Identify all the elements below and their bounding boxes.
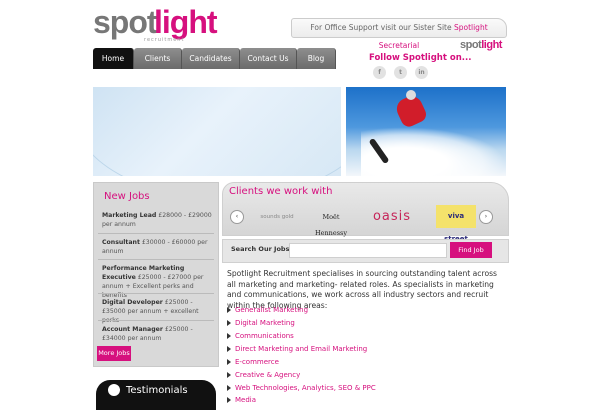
carousel-prev-arrow[interactable]: ‹ (230, 210, 244, 224)
job-item[interactable]: Marketing Lead £28000 - £29000 per annum (102, 211, 214, 229)
sector-link[interactable]: Creative & Agency (227, 371, 300, 379)
intro-text: Spotlight Recruitment specialises in sou… (227, 269, 498, 310)
sector-label: Digital Marketing (235, 319, 295, 327)
main-nav: Home Clients Candidates Contact Us Blog (93, 48, 336, 69)
follow-title: Follow Spotlight on... (369, 53, 472, 63)
office-support-bar: For Office Support visit our Sister Site… (291, 18, 507, 50)
client-logo-moet-hennessy: Moët Hennessy (314, 213, 348, 237)
sector-label: E-commerce (235, 358, 279, 366)
logo-tagline: recruitment (144, 37, 185, 43)
nav-home[interactable]: Home (93, 48, 134, 69)
banner-snowboarder-image (346, 87, 506, 176)
sector-link[interactable]: Web Technologies, Analytics, SEO & PPC (227, 384, 376, 392)
job-title: Marketing Lead (102, 212, 157, 219)
nav-contact-us[interactable]: Contact Us (240, 48, 297, 69)
arrow-bullet-icon (227, 333, 231, 339)
twitter-icon[interactable]: t (394, 66, 407, 79)
testimonials-label: Testimonials (126, 385, 188, 396)
client-logo-sounds-gold: sounds gold (260, 214, 294, 220)
sister-logo-pink: light (481, 39, 502, 51)
sector-link[interactable]: Digital Marketing (227, 319, 295, 327)
search-input[interactable] (289, 243, 447, 258)
clients-title: Clients we work with (229, 186, 333, 197)
arrow-bullet-icon (227, 397, 231, 403)
nav-candidates[interactable]: Candidates (182, 48, 240, 69)
sector-label: Direct Marketing and Email Marketing (235, 345, 368, 353)
sector-link[interactable]: Media (227, 396, 256, 404)
office-support-text: For Office Support visit our Sister Site (310, 23, 454, 32)
sector-label: Generalist Marketing (235, 306, 309, 314)
logo-text-grey: spot (93, 4, 158, 40)
client-logo-viva-street: viva street (436, 205, 476, 243)
sector-link[interactable]: Direct Marketing and Email Marketing (227, 345, 367, 353)
arrow-bullet-icon (227, 359, 231, 365)
client-logo-oasis: oasis (372, 209, 412, 224)
sector-link[interactable]: Generalist Marketing (227, 306, 308, 314)
sector-label: Communications (235, 332, 294, 340)
nav-clients[interactable]: Clients (134, 48, 182, 69)
find-job-button[interactable]: Find Job (450, 242, 492, 258)
job-title: Digital Developer (102, 299, 163, 306)
job-title: Account Manager (102, 326, 163, 333)
job-item[interactable]: Performance Marketing Executive £25000 -… (102, 264, 214, 300)
arrow-bullet-icon (227, 346, 231, 352)
testimonials-tab[interactable]: Testimonials (96, 380, 216, 410)
search-label: Search Our Jobs : (231, 245, 295, 253)
sector-link[interactable]: E-commerce (227, 358, 279, 366)
job-title: Consultant (102, 239, 140, 246)
linkedin-icon[interactable]: in (415, 66, 428, 79)
sister-site-logo[interactable]: spotlight (460, 39, 502, 51)
spotlight-logo[interactable]: spot light recruitment (93, 4, 218, 46)
sector-label: Web Technologies, Analytics, SEO & PPC (235, 384, 376, 392)
logo-text-pink: light (154, 4, 218, 40)
arrow-bullet-icon (227, 307, 231, 313)
sector-label: Media (235, 396, 257, 404)
arrow-bullet-icon (227, 372, 231, 378)
nav-blog[interactable]: Blog (297, 48, 336, 69)
speech-bubble-icon (108, 384, 120, 396)
banner-graphic (93, 87, 341, 176)
sector-label: Creative & Agency (235, 371, 301, 379)
new-jobs-title: New Jobs (104, 191, 150, 202)
job-item[interactable]: Consultant £30000 - £60000 per annum (102, 238, 214, 256)
arrow-bullet-icon (227, 385, 231, 391)
sector-link[interactable]: Communications (227, 332, 294, 340)
arrow-bullet-icon (227, 320, 231, 326)
carousel-next-arrow[interactable]: › (479, 210, 493, 224)
more-jobs-button[interactable]: More Jobs (97, 346, 131, 361)
job-item[interactable]: Account Manager £25000 - £34000 per annu… (102, 325, 214, 343)
facebook-icon[interactable]: f (373, 66, 386, 79)
sister-logo-grey: spot (460, 39, 482, 51)
